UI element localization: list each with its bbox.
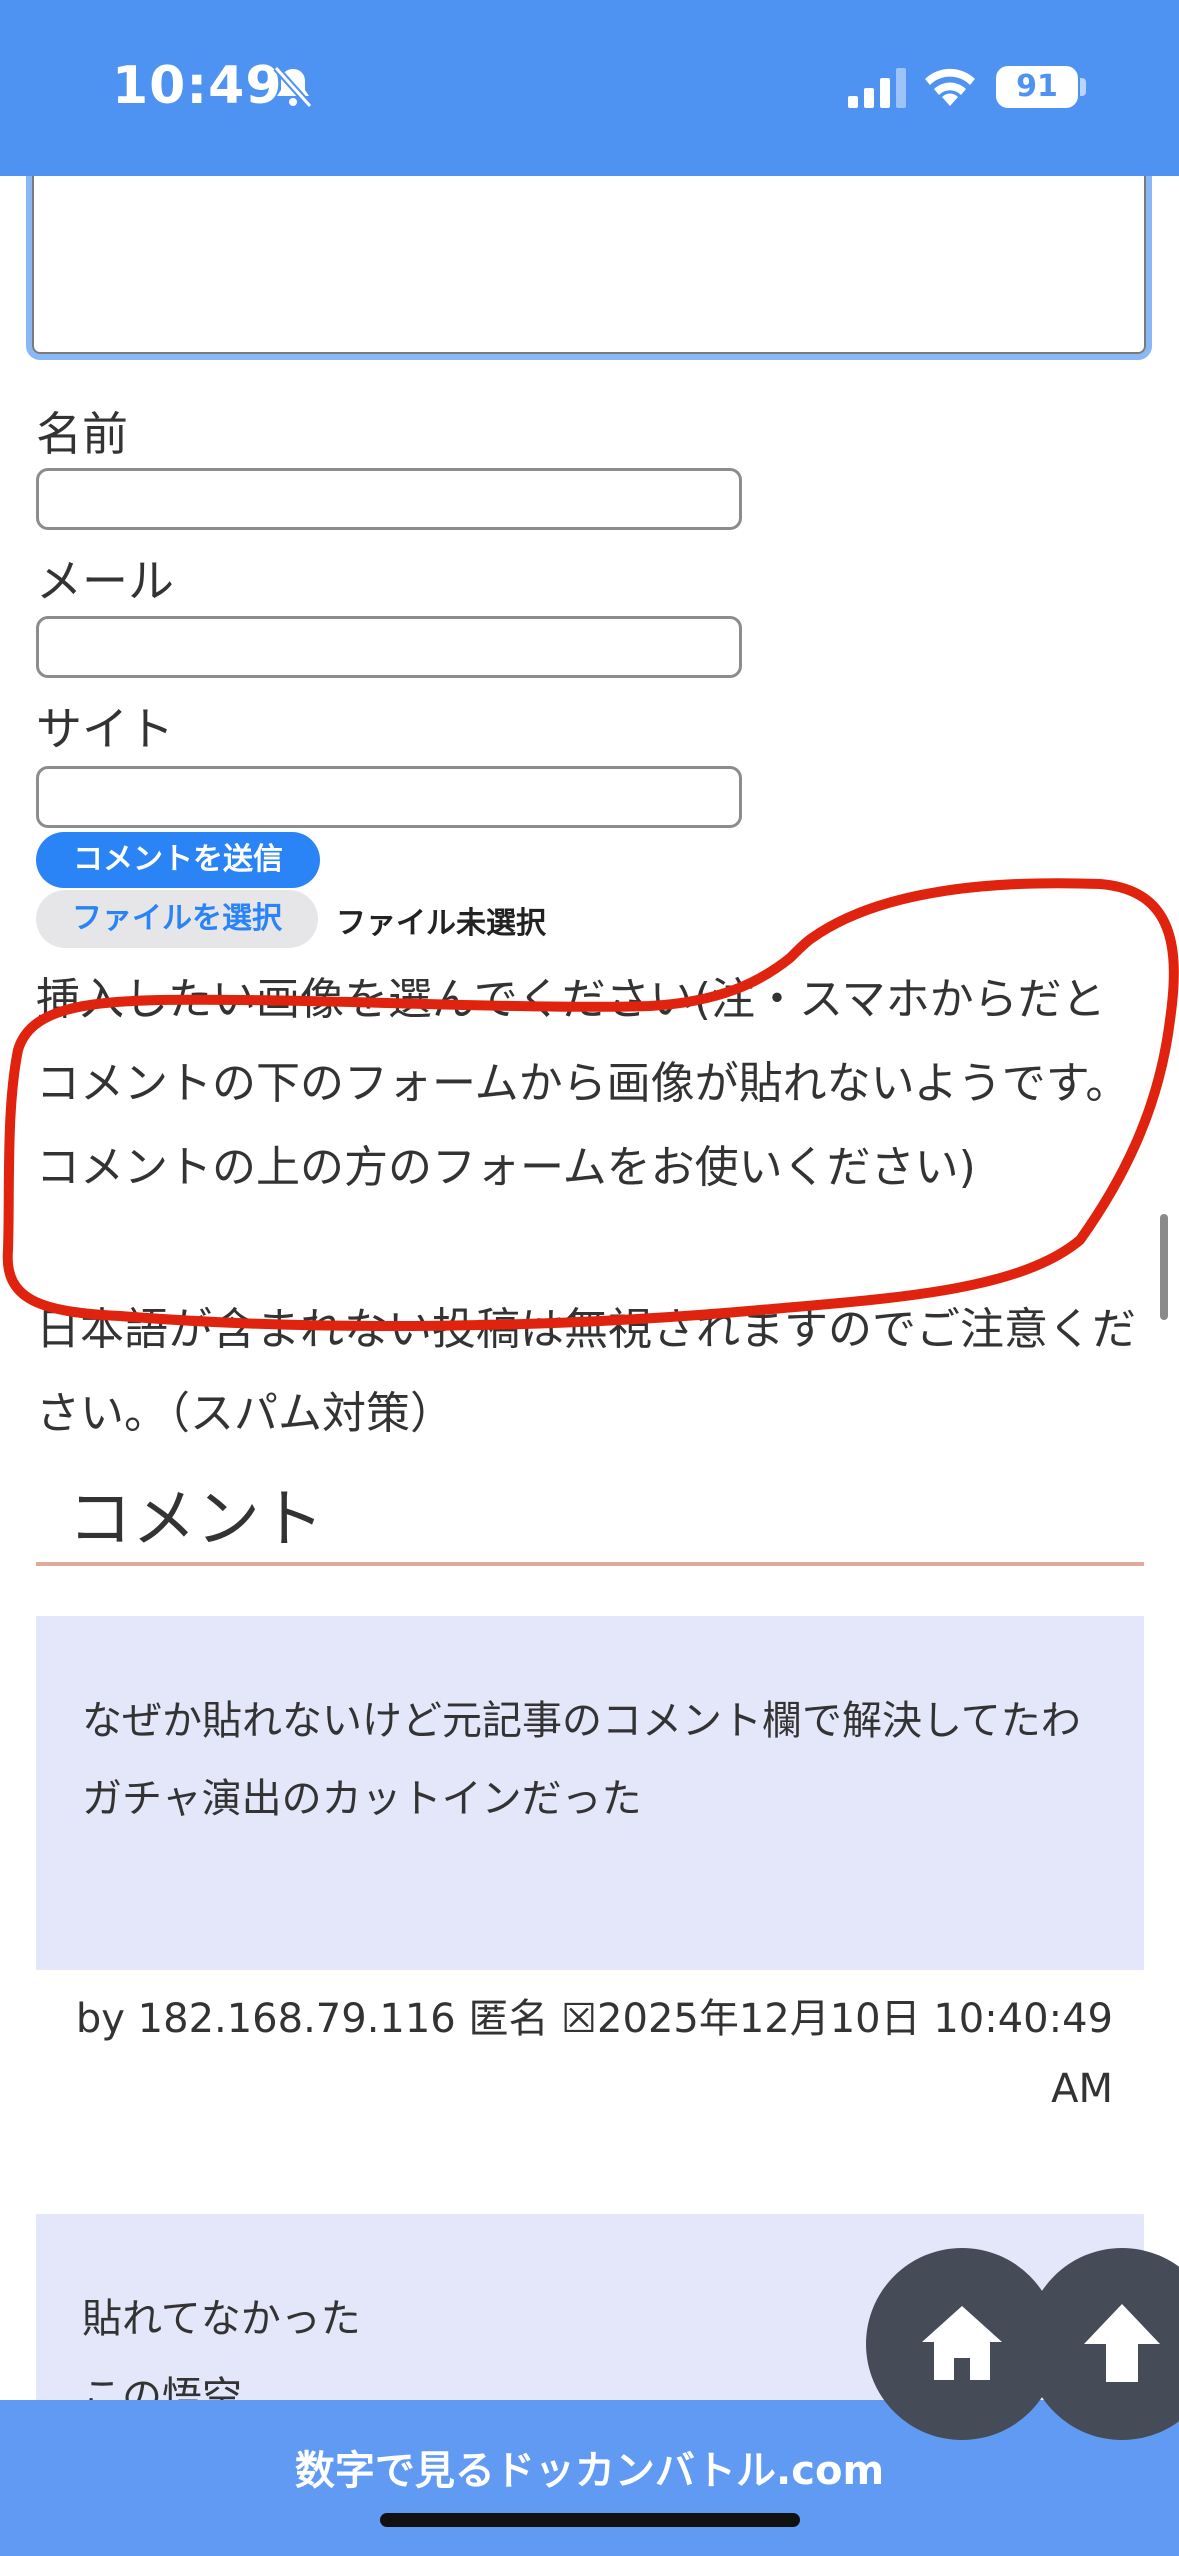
comment-meta: by 182.168.79.116 匿名 ☒2025年12月10日 10:40:… [75, 1996, 1113, 2112]
comment-textarea[interactable] [32, 156, 1146, 354]
site-input[interactable] [36, 766, 742, 828]
mail-input[interactable] [36, 616, 742, 678]
battery-tip [1080, 78, 1086, 96]
home-icon [922, 2306, 1002, 2380]
spam-notice: 日本語が含まれない投稿は無視されますのでご注意ください。（スパム対策） [36, 1304, 1136, 1439]
comment-textarea-focus-ring [26, 150, 1152, 360]
file-status: ファイル未選択 [336, 906, 546, 941]
comments-heading: コメント [68, 1483, 324, 1557]
name-input[interactable] [36, 468, 742, 530]
name-label: 名前 [36, 407, 128, 461]
scrollbar-thumb[interactable] [1160, 1214, 1168, 1320]
choose-file-button[interactable]: ファイルを選択 [36, 890, 318, 948]
comment-text: なぜか貼れないけど元記事のコメント欄で解決してたわ ガチャ演出のカットインだった [82, 1698, 1081, 1822]
status-bar: 10:49 91 [0, 0, 1179, 176]
image-notice: 挿入したい画像を選んでください(注・スマホからだとコメントの下のフォームから画像… [36, 974, 1130, 1193]
arrow-up-icon [1084, 2304, 1160, 2382]
battery-level: 91 [1016, 69, 1058, 104]
submit-comment-button[interactable]: コメントを送信 [36, 832, 320, 888]
battery-icon: 91 [996, 66, 1078, 108]
home-indicator[interactable] [380, 2513, 800, 2527]
footer-site-name[interactable]: 数字で見るドッカンバトル.com [0, 2438, 1179, 2496]
signal-icon [848, 68, 906, 108]
bell-slash-icon [273, 65, 313, 109]
mail-label: メール [36, 554, 174, 608]
wifi-icon [925, 68, 975, 106]
status-time: 10:49 [112, 56, 283, 116]
comments-heading-rule [36, 1562, 1144, 1566]
comment-item: なぜか貼れないけど元記事のコメント欄で解決してたわ ガチャ演出のカットインだった [36, 1616, 1144, 1970]
site-label: サイト [36, 702, 174, 756]
